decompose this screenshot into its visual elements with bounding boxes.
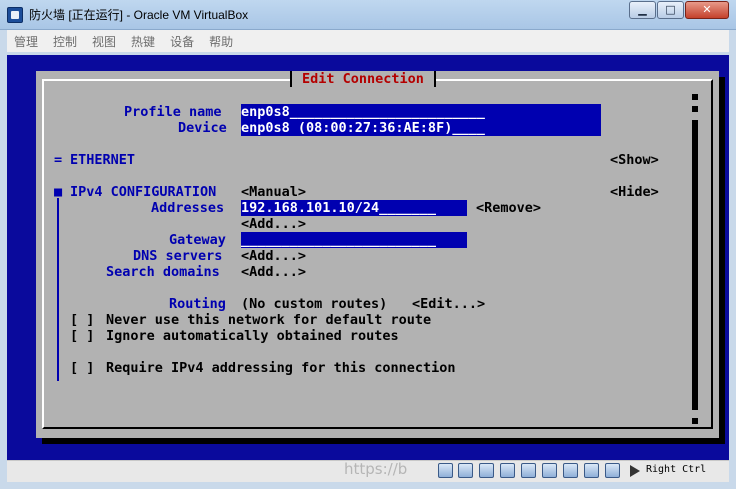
dialog-title: Edit Connection	[290, 71, 436, 87]
scroll-down-marker[interactable]	[692, 418, 698, 424]
ethernet-section-label: ETHERNET	[70, 152, 136, 168]
ipv4-section-label: IPv4 CONFIGURATION	[70, 184, 217, 200]
watermark-text: https://b	[344, 460, 408, 478]
gateway-field[interactable]: ________________________	[241, 232, 467, 248]
routing-value: (No custom routes)	[241, 296, 388, 312]
dialog-scrollbar[interactable]	[692, 94, 698, 424]
dns-servers-label: DNS servers	[133, 248, 223, 264]
ethernet-show-button[interactable]: <Show>	[610, 152, 659, 168]
menu-help[interactable]: 帮助	[209, 33, 233, 50]
ipv4-mode-dropdown[interactable]: <Manual>	[241, 184, 306, 200]
search-domains-label: Search domains	[106, 264, 220, 280]
host-key-label: Right Ctrl	[646, 464, 707, 475]
require-ipv4-checkbox[interactable]: [ ]	[70, 360, 94, 376]
optical-drive-icon[interactable]	[458, 463, 473, 478]
mouse-integration-icon[interactable]	[605, 463, 620, 478]
minimize-button[interactable]: ▁	[629, 1, 656, 19]
device-label: Device	[178, 120, 227, 136]
ignore-auto-routes-label: Ignore automatically obtained routes	[106, 328, 399, 344]
menu-view[interactable]: 视图	[92, 33, 116, 50]
addresses-label: Addresses	[151, 200, 225, 216]
menu-devices[interactable]: 设备	[170, 33, 194, 50]
window-title: 防火墙 [正在运行] - Oracle VM VirtualBox	[29, 8, 249, 22]
video-capture-icon[interactable]	[563, 463, 578, 478]
shared-folder-icon[interactable]	[521, 463, 536, 478]
ipv4-hide-button[interactable]: <Hide>	[610, 184, 659, 200]
never-default-label: Never use this network for default route	[106, 312, 432, 328]
ethernet-marker: =	[54, 152, 63, 168]
scroll-track[interactable]	[692, 120, 698, 410]
routing-edit-button[interactable]: <Edit...>	[412, 296, 485, 312]
require-ipv4-label: Require IPv4 addressing for this connect…	[106, 360, 456, 376]
profile-name-field[interactable]: enp0s8________________________	[241, 104, 601, 120]
usb-icon[interactable]	[500, 463, 515, 478]
add-search-domain-button[interactable]: <Add...>	[241, 264, 306, 280]
virtualbox-app-icon	[7, 7, 23, 23]
menu-hotkeys[interactable]: 热键	[131, 33, 155, 50]
hard-disk-icon[interactable]	[438, 463, 453, 478]
close-button[interactable]: ✕	[685, 1, 729, 19]
ipv4-section-line	[57, 198, 59, 381]
gateway-label: Gateway	[169, 232, 226, 248]
menu-bar: 管理 控制 视图 热键 设备 帮助	[7, 30, 729, 52]
profile-name-label: Profile name	[124, 104, 222, 120]
maximize-button[interactable]: □	[657, 1, 684, 19]
display-icon[interactable]	[542, 463, 557, 478]
add-address-button[interactable]: <Add...>	[241, 216, 306, 232]
window-controls: ▁ □ ✕	[628, 1, 729, 19]
menu-control[interactable]: 控制	[53, 33, 77, 50]
menu-manage[interactable]: 管理	[14, 33, 38, 50]
remove-address-button[interactable]: <Remove>	[476, 200, 541, 216]
addresses-field[interactable]: 192.168.101.10/24_______	[241, 200, 467, 216]
device-field[interactable]: enp0s8 (08:00:27:36:AE:8F)____	[241, 120, 601, 136]
network-icon[interactable]	[479, 463, 494, 478]
scroll-up-marker[interactable]	[692, 94, 698, 100]
keyboard-capture-arrow-icon[interactable]	[630, 465, 640, 477]
ignore-auto-routes-checkbox[interactable]: [ ]	[70, 328, 94, 344]
routing-label: Routing	[169, 296, 226, 312]
never-default-checkbox[interactable]: [ ]	[70, 312, 94, 328]
virtualization-icon[interactable]	[584, 463, 599, 478]
add-dns-button[interactable]: <Add...>	[241, 248, 306, 264]
scroll-up-marker-2[interactable]	[692, 106, 698, 112]
